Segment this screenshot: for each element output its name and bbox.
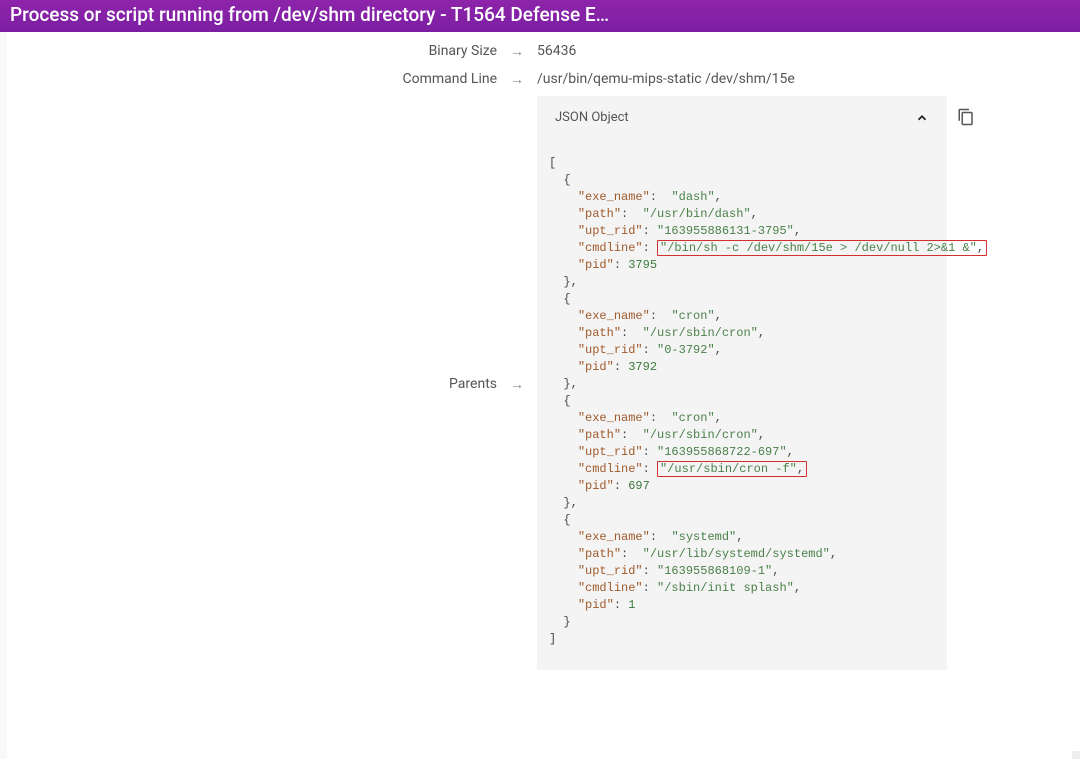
parents-label: Parents (7, 96, 497, 392)
copy-icon[interactable] (957, 108, 975, 126)
json-panel-title: JSON Object (555, 110, 629, 125)
json-body: [ { "exe_name": "dash", "path": "/usr/bi… (537, 137, 947, 670)
arrow-icon: → (507, 68, 527, 88)
binary-size-value: 56436 (537, 40, 1080, 59)
field-command-line: Command Line → /usr/bin/qemu-mips-static… (7, 64, 1080, 92)
arrow-icon: → (507, 40, 527, 60)
command-line-value: /usr/bin/qemu-mips-static /dev/shm/15e (537, 68, 1080, 87)
page-title: Process or script running from /dev/shm … (10, 3, 609, 26)
json-object-panel: JSON Object [ { "exe_name": "dash", "pat… (537, 96, 947, 670)
arrow-icon: → (507, 96, 527, 393)
chevron-up-icon[interactable] (915, 111, 929, 125)
scrollbar-corner[interactable] (1072, 751, 1080, 759)
json-panel-header: JSON Object (537, 96, 947, 137)
page-header: Process or script running from /dev/shm … (0, 0, 1080, 32)
command-line-label: Command Line (7, 68, 497, 87)
field-binary-size: Binary Size → 56436 (7, 36, 1080, 64)
binary-size-label: Binary Size (7, 40, 497, 59)
content-area: Binary Size → 56436 Command Line → /usr/… (0, 32, 1080, 759)
field-parents: Parents → JSON Object [ { "exe_name": "d… (7, 92, 1080, 674)
